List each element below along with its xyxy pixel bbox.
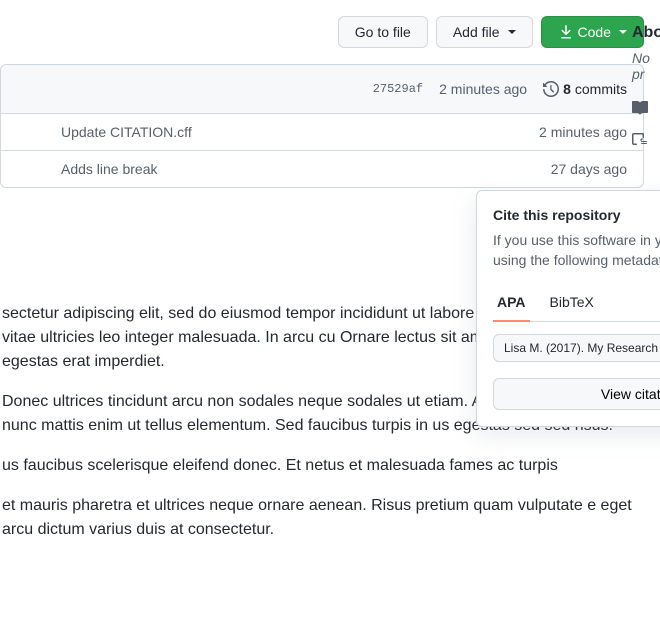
- popup-description: If you use this software in your work, p…: [493, 231, 660, 270]
- commits-count-number: 8: [563, 81, 571, 97]
- about-heading: About: [632, 24, 660, 42]
- code-button[interactable]: Code: [541, 16, 644, 48]
- about-description: No pr: [632, 50, 660, 82]
- tab-apa[interactable]: APA: [493, 286, 530, 322]
- popup-title: Cite this repository: [493, 207, 660, 223]
- add-file-button[interactable]: Add file: [436, 16, 533, 48]
- commit-time: 27 days ago: [551, 161, 627, 177]
- commit-time: 2 minutes ago: [539, 124, 627, 140]
- table-row[interactable]: Adds line break 27 days ago: [1, 151, 643, 187]
- commits-box: 27529af 2 minutes ago 8 commits Update C…: [0, 64, 644, 188]
- table-row[interactable]: Update CITATION.cff 2 minutes ago: [1, 114, 643, 151]
- history-icon: [543, 81, 559, 97]
- citation-text[interactable]: Lisa M. (2017). My Research Software: [493, 334, 660, 362]
- readme-paragraph: et mauris pharetra et ultrices neque orn…: [2, 494, 660, 542]
- commit-message: Adds line break: [61, 161, 158, 177]
- readme-paragraph: us faucibus scelerisque eleifend donec. …: [2, 454, 660, 478]
- commit-sha[interactable]: 27529af: [373, 82, 423, 96]
- chevron-down-icon: [508, 30, 516, 34]
- view-citation-button[interactable]: View citation file: [493, 378, 660, 410]
- download-icon: [558, 24, 574, 40]
- sidebar: About No pr: [632, 24, 660, 148]
- commit-message: Update CITATION.cff: [61, 124, 192, 140]
- citation-tabs: APA BibTeX: [493, 286, 660, 322]
- add-file-label: Add file: [453, 22, 500, 42]
- chevron-down-icon: [619, 30, 627, 34]
- commit-time: 2 minutes ago: [439, 81, 527, 97]
- readme-icon[interactable]: [632, 100, 648, 116]
- go-to-file-button[interactable]: Go to file: [338, 16, 428, 48]
- cite-icon[interactable]: [632, 132, 648, 148]
- commits-count-link[interactable]: 8 commits: [543, 81, 627, 97]
- commits-header: 27529af 2 minutes ago 8 commits: [1, 65, 643, 114]
- commits-count-label: commits: [575, 81, 627, 97]
- tab-bibtex[interactable]: BibTeX: [546, 286, 598, 322]
- code-label: Code: [578, 22, 611, 42]
- cite-popup: Cite this repository If you use this sof…: [476, 190, 660, 427]
